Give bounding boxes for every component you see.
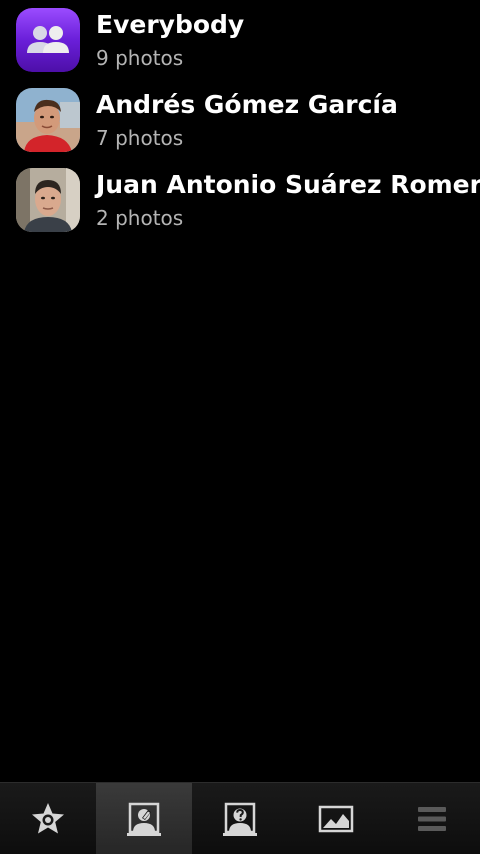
- person-name: Andrés Gómez García: [96, 90, 398, 119]
- photo-count: 2 photos: [96, 206, 184, 230]
- tagged-people-tab[interactable]: [96, 783, 192, 854]
- menu-icon: [418, 807, 446, 831]
- list-item-everybody[interactable]: Everybody 9 photos: [0, 0, 480, 80]
- list-item-andres[interactable]: Andrés Gómez García 7 photos: [0, 80, 480, 160]
- avatar: [16, 88, 80, 152]
- photo-count: 7 photos: [96, 126, 184, 150]
- menu-tab[interactable]: [384, 783, 480, 854]
- unknown-people-tab[interactable]: [192, 783, 288, 854]
- avatar: [16, 168, 80, 232]
- pictures-icon: [318, 805, 354, 833]
- pictures-tab[interactable]: [288, 783, 384, 854]
- list-item-juan[interactable]: Juan Antonio Suárez Romero 2 photos: [0, 160, 480, 240]
- bottom-toolbar: [0, 782, 480, 854]
- photo-count: 9 photos: [96, 46, 184, 70]
- tagged-people-icon: [127, 802, 161, 836]
- favorites-tab[interactable]: [0, 783, 96, 854]
- favorites-star-icon: [32, 803, 64, 834]
- group-icon: [16, 8, 80, 72]
- people-list: Everybody 9 photos Andrés Gómez García 7: [0, 0, 480, 240]
- unknown-people-icon: [223, 802, 257, 836]
- person-name: Everybody: [96, 10, 245, 39]
- people-view: Everybody 9 photos Andrés Gómez García 7: [0, 0, 480, 854]
- person-name: Juan Antonio Suárez Romero: [96, 170, 480, 199]
